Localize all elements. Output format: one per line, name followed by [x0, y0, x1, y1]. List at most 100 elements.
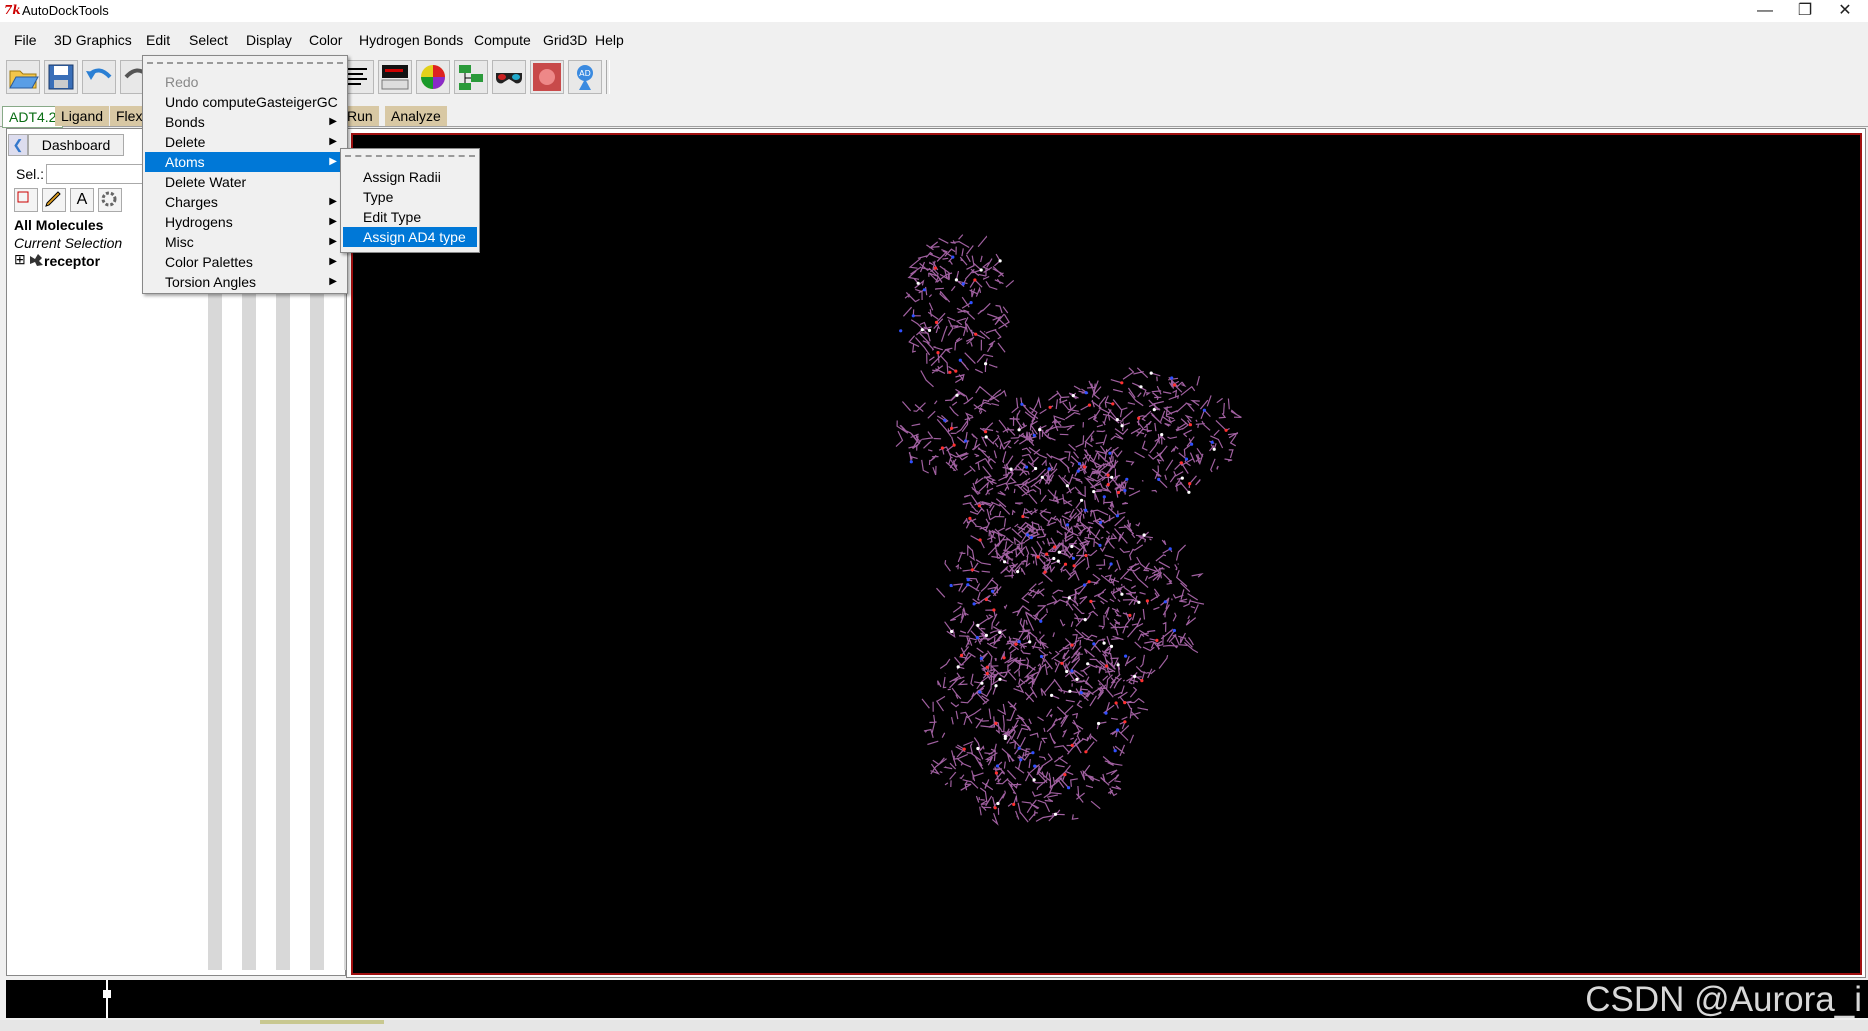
- menu-item-edit-type[interactable]: Edit Type: [343, 207, 477, 227]
- save-icon[interactable]: [44, 60, 78, 94]
- dashboard-tab[interactable]: Dashboard: [28, 134, 124, 156]
- atom: [1002, 656, 1006, 660]
- atom: [996, 801, 1000, 806]
- atom: [1003, 560, 1007, 564]
- timeline-handle[interactable]: [103, 990, 111, 998]
- tearoff-line[interactable]: [345, 155, 475, 157]
- selection-input[interactable]: [46, 164, 148, 184]
- atom: [1108, 451, 1112, 455]
- atom: [979, 268, 983, 272]
- pencil-icon[interactable]: [42, 188, 66, 212]
- atom: [1168, 547, 1172, 551]
- atom: [994, 771, 999, 775]
- atom: [1157, 477, 1161, 481]
- tab-analyze[interactable]: Analyze: [385, 106, 447, 126]
- current-selection-label[interactable]: Current Selection: [14, 235, 122, 251]
- menu-item-delete-water[interactable]: Delete Water: [145, 172, 345, 192]
- atom: [1172, 383, 1177, 387]
- settings-gear-icon[interactable]: [98, 188, 122, 212]
- menu-color[interactable]: Color: [309, 32, 342, 48]
- menu-help[interactable]: Help: [595, 32, 624, 48]
- menu-item-torsion-angles[interactable]: Torsion Angles ▶: [145, 272, 345, 292]
- atom: [969, 301, 973, 305]
- menu-item-assign-radii[interactable]: Assign Radii: [343, 167, 477, 187]
- atom: [1140, 679, 1144, 683]
- minimize-button[interactable]: —: [1743, 0, 1787, 22]
- menu-item-charges[interactable]: Charges ▶: [145, 192, 345, 212]
- collapse-arrow-icon[interactable]: ❮: [8, 134, 28, 156]
- atom: [1124, 654, 1128, 658]
- atom: [979, 656, 983, 661]
- receptor-tree-item[interactable]: receptor: [44, 253, 100, 269]
- atom: [950, 426, 954, 430]
- watermark: CSDN @Aurora_i: [1585, 980, 1862, 1019]
- network-icon[interactable]: [454, 60, 488, 94]
- tearoff-line[interactable]: [147, 62, 343, 64]
- atom: [998, 677, 1002, 681]
- atom: [995, 764, 1000, 768]
- menu-file[interactable]: File: [14, 32, 37, 48]
- atom: [984, 362, 988, 366]
- atom: [920, 328, 924, 332]
- menu-select[interactable]: Select: [189, 32, 228, 48]
- atom: [1106, 483, 1110, 487]
- atom: [1120, 592, 1124, 596]
- atom: [1188, 423, 1192, 427]
- menu-hydrogen-bonds[interactable]: Hydrogen Bonds: [359, 32, 463, 48]
- menu-edit[interactable]: Edit: [146, 32, 170, 48]
- submenu-arrow-icon: ▶: [329, 276, 337, 287]
- select-icon[interactable]: [14, 188, 38, 212]
- atom: [1097, 721, 1101, 726]
- atom: [1089, 599, 1093, 603]
- menu-compute[interactable]: Compute: [474, 32, 531, 48]
- menu-item-bonds[interactable]: Bonds ▶: [145, 112, 345, 132]
- menu-item-assign-ad4-type[interactable]: Assign AD4 type: [343, 227, 477, 247]
- menu-item-hydrogens[interactable]: Hydrogens ▶: [145, 212, 345, 232]
- menu-item-color-palettes[interactable]: Color Palettes ▶: [145, 252, 345, 272]
- menu-item-undo[interactable]: Undo computeGasteigerGC: [145, 92, 345, 112]
- atom: [936, 351, 940, 355]
- menu-item-type[interactable]: Type: [343, 187, 477, 207]
- atom: [911, 314, 915, 318]
- autodock-icon[interactable]: AD: [568, 60, 602, 94]
- atom: [1098, 543, 1102, 547]
- maximize-button[interactable]: ❐: [1783, 0, 1827, 22]
- atom: [1057, 550, 1061, 554]
- atom: [1029, 536, 1033, 540]
- camera-icon[interactable]: [530, 60, 564, 94]
- menu-3d-graphics[interactable]: 3D Graphics: [54, 32, 132, 48]
- label-text-icon[interactable]: A: [70, 188, 94, 212]
- all-molecules-label[interactable]: All Molecules: [14, 217, 103, 233]
- menu-item-misc[interactable]: Misc ▶: [145, 232, 345, 252]
- atom: [1137, 416, 1141, 420]
- atom: [1084, 750, 1088, 754]
- menu-item-atoms[interactable]: Atoms ▶: [145, 152, 345, 172]
- timeline-marker[interactable]: [106, 980, 108, 1018]
- atom: [1016, 570, 1020, 574]
- atom: [943, 418, 947, 422]
- console-icon[interactable]: [378, 60, 412, 94]
- atom: [974, 332, 978, 336]
- tree-expand-icon[interactable]: ⊞: [14, 251, 26, 268]
- atom: [958, 358, 962, 362]
- atom: [940, 446, 945, 450]
- atom: [1123, 720, 1127, 724]
- atom: [1082, 583, 1087, 587]
- atom: [968, 516, 972, 520]
- color-sphere-icon[interactable]: [416, 60, 450, 94]
- open-icon[interactable]: [6, 60, 40, 94]
- menu-item-delete[interactable]: Delete ▶: [145, 132, 345, 152]
- menu-item-redo[interactable]: Redo: [145, 72, 345, 92]
- tab-ligand[interactable]: Ligand: [55, 106, 110, 126]
- menu-grid3d[interactable]: Grid3D: [543, 32, 587, 48]
- atom: [1053, 812, 1058, 816]
- stereo-glasses-icon[interactable]: [492, 60, 526, 94]
- atom: [1120, 381, 1124, 385]
- atom: [1047, 467, 1051, 471]
- close-button[interactable]: ✕: [1823, 0, 1867, 22]
- atom: [966, 578, 970, 582]
- atom: [1113, 749, 1117, 753]
- atom: [1043, 570, 1047, 574]
- undo-icon[interactable]: [82, 60, 116, 94]
- menu-display[interactable]: Display: [246, 32, 292, 48]
